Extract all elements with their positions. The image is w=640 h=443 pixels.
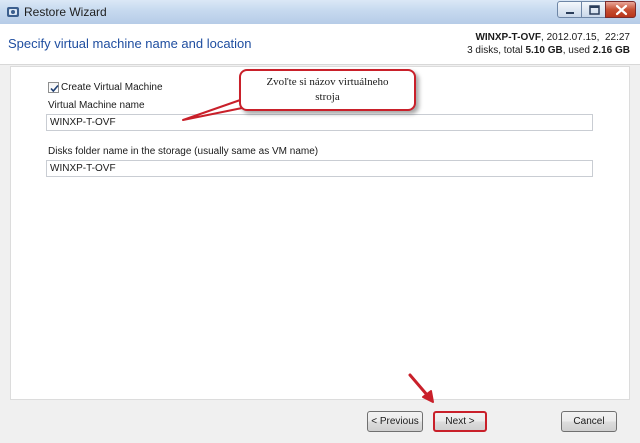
callout-bubble: Zvoľte si názov virtuálneho stroja (239, 69, 416, 111)
cancel-button[interactable]: Cancel (561, 411, 617, 432)
previous-button[interactable]: < Previous (367, 411, 423, 432)
next-button[interactable]: Next > (433, 411, 487, 432)
annotation-overlay (182, 97, 434, 403)
restore-wizard-window: Restore Wizard Specify virtual machine n… (0, 0, 640, 443)
callout-line-1: Zvoľte si názov virtuálneho (266, 76, 389, 88)
pointer-arrow-icon (408, 373, 434, 403)
callout-text: Zvoľte si názov virtuálneho stroja (241, 75, 414, 105)
callout-line-2: stroja (315, 91, 340, 103)
